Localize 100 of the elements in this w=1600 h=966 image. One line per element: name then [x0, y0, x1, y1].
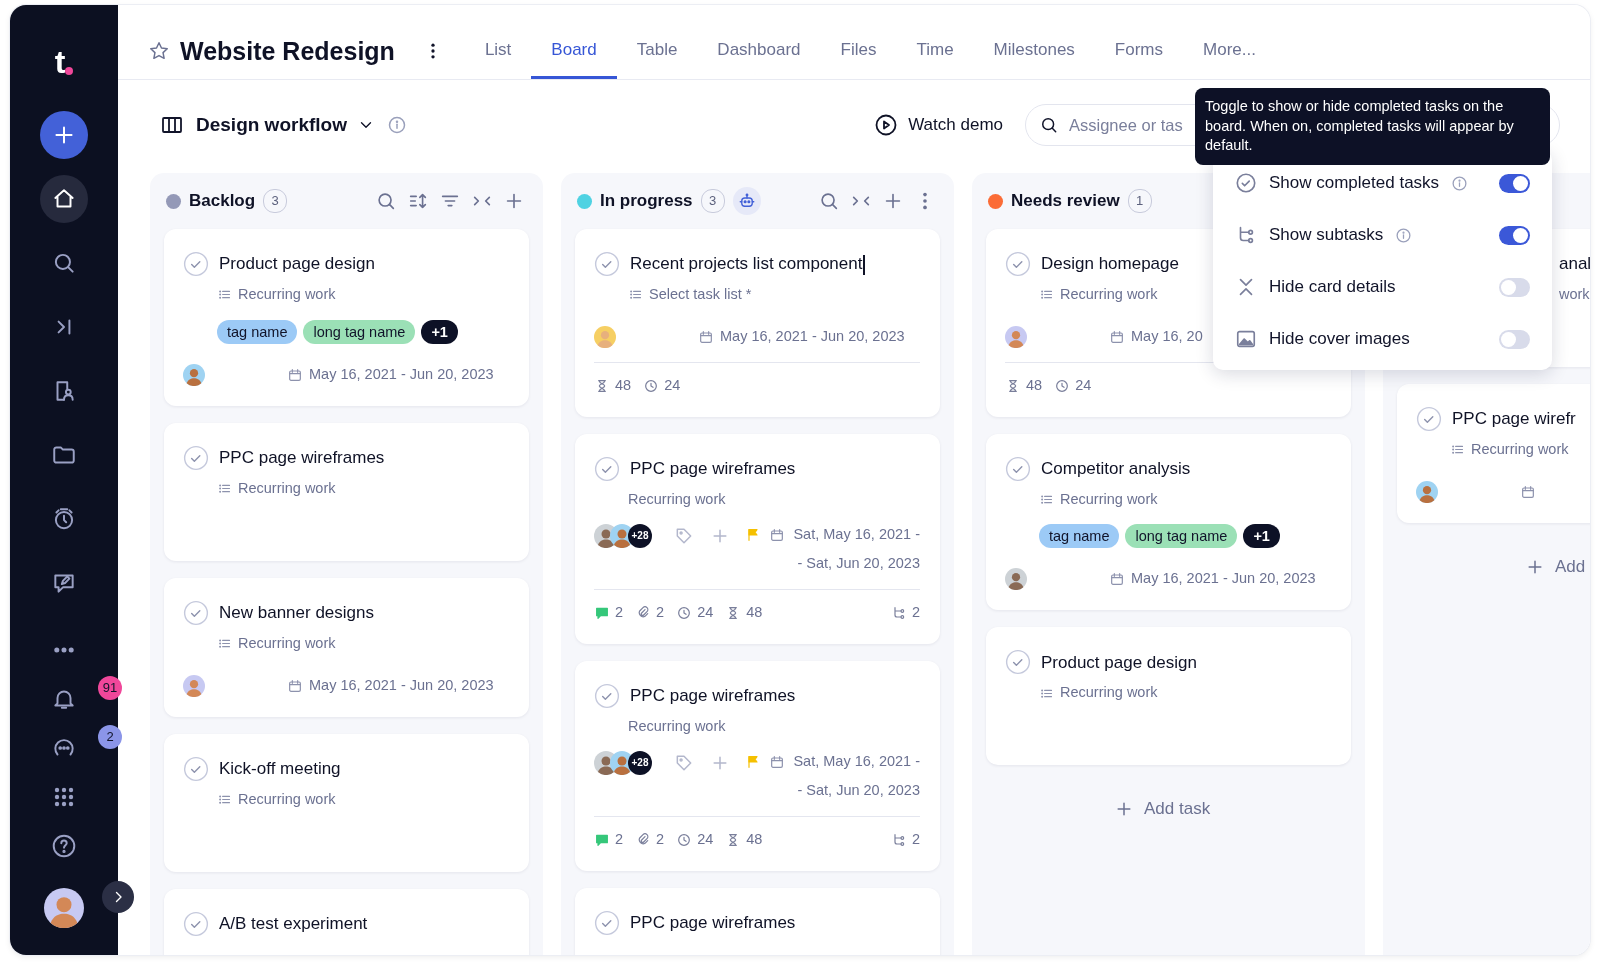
- due-date: Sat, May 16, 2021 -: [793, 525, 920, 545]
- view-tab[interactable]: Board: [531, 23, 617, 79]
- column-title: In progress: [600, 190, 693, 213]
- watch-demo-button[interactable]: Watch demo: [874, 112, 1003, 138]
- search-icon[interactable]: [818, 190, 840, 212]
- task-title[interactable]: PPC page wireframes: [219, 445, 385, 471]
- task-card[interactable]: A/B test experiment: [164, 888, 529, 955]
- due-date: Sat, May 16, 2021 -: [793, 752, 920, 772]
- create-button[interactable]: [40, 111, 88, 159]
- checkbox-icon[interactable]: [183, 910, 209, 937]
- task-card[interactable]: Kick-off meeting Recurring work: [164, 733, 529, 872]
- stat-value: 48: [746, 602, 763, 622]
- task-title[interactable]: PPC page wirefr: [1452, 406, 1576, 432]
- tag: tag name: [1039, 524, 1120, 549]
- calendar-icon: [287, 366, 303, 383]
- help-icon: [51, 832, 77, 859]
- search-icon[interactable]: [375, 190, 397, 212]
- task-title[interactable]: Kick-off meeting: [219, 755, 341, 782]
- checkbox-icon[interactable]: [594, 455, 620, 482]
- toggle-switch[interactable]: [1499, 225, 1530, 245]
- checkbox-icon[interactable]: [183, 599, 209, 626]
- more-tags-count: +1: [1243, 524, 1280, 549]
- user-avatar[interactable]: [44, 888, 84, 928]
- task-list-name: Recurring work: [238, 789, 336, 809]
- task-card[interactable]: PPC page wireframes: [575, 887, 940, 955]
- stat-value: 48: [615, 375, 632, 395]
- automation-button[interactable]: [732, 187, 761, 215]
- view-tab[interactable]: List: [464, 23, 532, 79]
- column-title: Needs review: [1011, 190, 1120, 213]
- checkbox-icon[interactable]: [183, 251, 209, 277]
- checkbox-icon[interactable]: [183, 444, 209, 471]
- task-title[interactable]: A/B test experiment: [219, 910, 368, 937]
- task-card[interactable]: Recent projects list component Select task list * May 16, 2021 - Jun 20, 2023 48 24: [575, 229, 940, 417]
- view-tab[interactable]: More...: [1183, 23, 1276, 79]
- stat-value: 24: [697, 602, 714, 622]
- task-card[interactable]: Product page design Recurring work: [986, 627, 1351, 766]
- toggle-switch[interactable]: [1499, 329, 1530, 349]
- task-count: 3: [700, 189, 725, 213]
- menu-option-label[interactable]: Show completed tasks: [1269, 170, 1440, 196]
- task-title[interactable]: Recent projects list component: [630, 251, 865, 277]
- play-icon: [874, 113, 899, 137]
- task-title[interactable]: New banner designs: [219, 600, 374, 626]
- task-card[interactable]: PPC page wirefr Recurring work: [1397, 384, 1590, 523]
- task-card[interactable]: PPC page wireframes Recurring work +28 Sat, May 16, 2021 - - Sat, Jun 20, 2023 2 2 24 48 2: [575, 433, 940, 644]
- add-task-button[interactable]: Add: [1525, 553, 1586, 580]
- toggle-switch[interactable]: [1499, 173, 1530, 193]
- checkbox-icon[interactable]: [594, 682, 620, 709]
- add-task-button[interactable]: Add task: [1114, 796, 1211, 822]
- info-icon[interactable]: [386, 115, 407, 135]
- view-tab[interactable]: Dashboard: [697, 23, 821, 79]
- task-title[interactable]: Design homepage: [1041, 251, 1179, 277]
- task-title[interactable]: Product page design: [1041, 649, 1197, 675]
- info-icon[interactable]: [1395, 226, 1413, 244]
- stat-value: 48: [746, 829, 763, 849]
- clock-icon: [643, 377, 660, 394]
- task-title[interactable]: PPC page wireframes: [630, 682, 796, 709]
- task-title[interactable]: Product page design: [219, 251, 375, 277]
- task-title[interactable]: Competitor analysis: [1041, 455, 1191, 482]
- tag: tag name: [217, 319, 298, 344]
- task-title[interactable]: PPC page wireframes: [630, 909, 796, 936]
- task-card[interactable]: New banner designs Recurring work May 16, 2021 - Jun 20, 2023: [164, 577, 529, 717]
- task-card[interactable]: Product page design Recurring work tag name long tag name +1 May 16, 2021 - Jun 20, 2023: [164, 229, 529, 406]
- count-badge: 2: [98, 725, 122, 749]
- task-list-name: work: [1559, 285, 1590, 304]
- toggle-switch[interactable]: [1499, 277, 1530, 297]
- checkbox-icon[interactable]: [594, 909, 620, 936]
- star-icon[interactable]: [148, 40, 170, 62]
- due-date: - Sat, Jun 20, 2023: [797, 781, 920, 800]
- view-tab[interactable]: Milestones: [973, 23, 1095, 79]
- view-tab[interactable]: Forms: [1094, 23, 1184, 79]
- logo[interactable]: t: [54, 37, 74, 87]
- stat-value: 2: [656, 829, 665, 849]
- task-card[interactable]: PPC page wireframes Recurring work: [164, 422, 529, 561]
- due-date: May 16, 2021 - Jun 20, 2023: [309, 364, 494, 384]
- stat-value: 24: [697, 829, 714, 849]
- project-title: Website Redesign: [180, 36, 395, 66]
- count-badge: 91: [98, 676, 122, 700]
- calendar-icon: [1109, 328, 1125, 345]
- due-date: May 16, 2021 - Jun 20, 2023: [1131, 569, 1316, 589]
- calendar-icon: [287, 677, 303, 694]
- view-tab[interactable]: Files: [820, 23, 897, 79]
- subtask-count: 2: [911, 602, 920, 622]
- checkbox-icon[interactable]: [183, 755, 209, 782]
- checkbox-icon[interactable]: [594, 251, 620, 277]
- sidebar-nav-button[interactable]: [40, 175, 88, 223]
- info-icon[interactable]: [1451, 174, 1469, 192]
- checkbox-icon[interactable]: [1005, 251, 1031, 277]
- task-title[interactable]: PPC page wireframes: [630, 455, 796, 482]
- task-list-name: Recurring work: [238, 285, 336, 304]
- checkbox-icon[interactable]: [1005, 455, 1031, 482]
- task-card[interactable]: Competitor analysis Recurring work tag name long tag name +1 May 16, 2021 - Jun 20, 2023: [986, 433, 1351, 611]
- task-card[interactable]: PPC page wireframes Recurring work +28 Sat, May 16, 2021 - - Sat, Jun 20, 2023 2 2 24 48 2: [575, 660, 940, 871]
- view-tab[interactable]: Table: [616, 23, 698, 79]
- more-tags-count: +1: [421, 319, 458, 344]
- checkbox-icon[interactable]: [1005, 649, 1031, 676]
- view-tab[interactable]: Time: [896, 23, 974, 79]
- checkbox-icon[interactable]: [1416, 406, 1442, 432]
- clock-icon: [676, 604, 693, 621]
- board-name[interactable]: Design workflow: [196, 110, 347, 140]
- task-title: anal: [1559, 253, 1590, 276]
